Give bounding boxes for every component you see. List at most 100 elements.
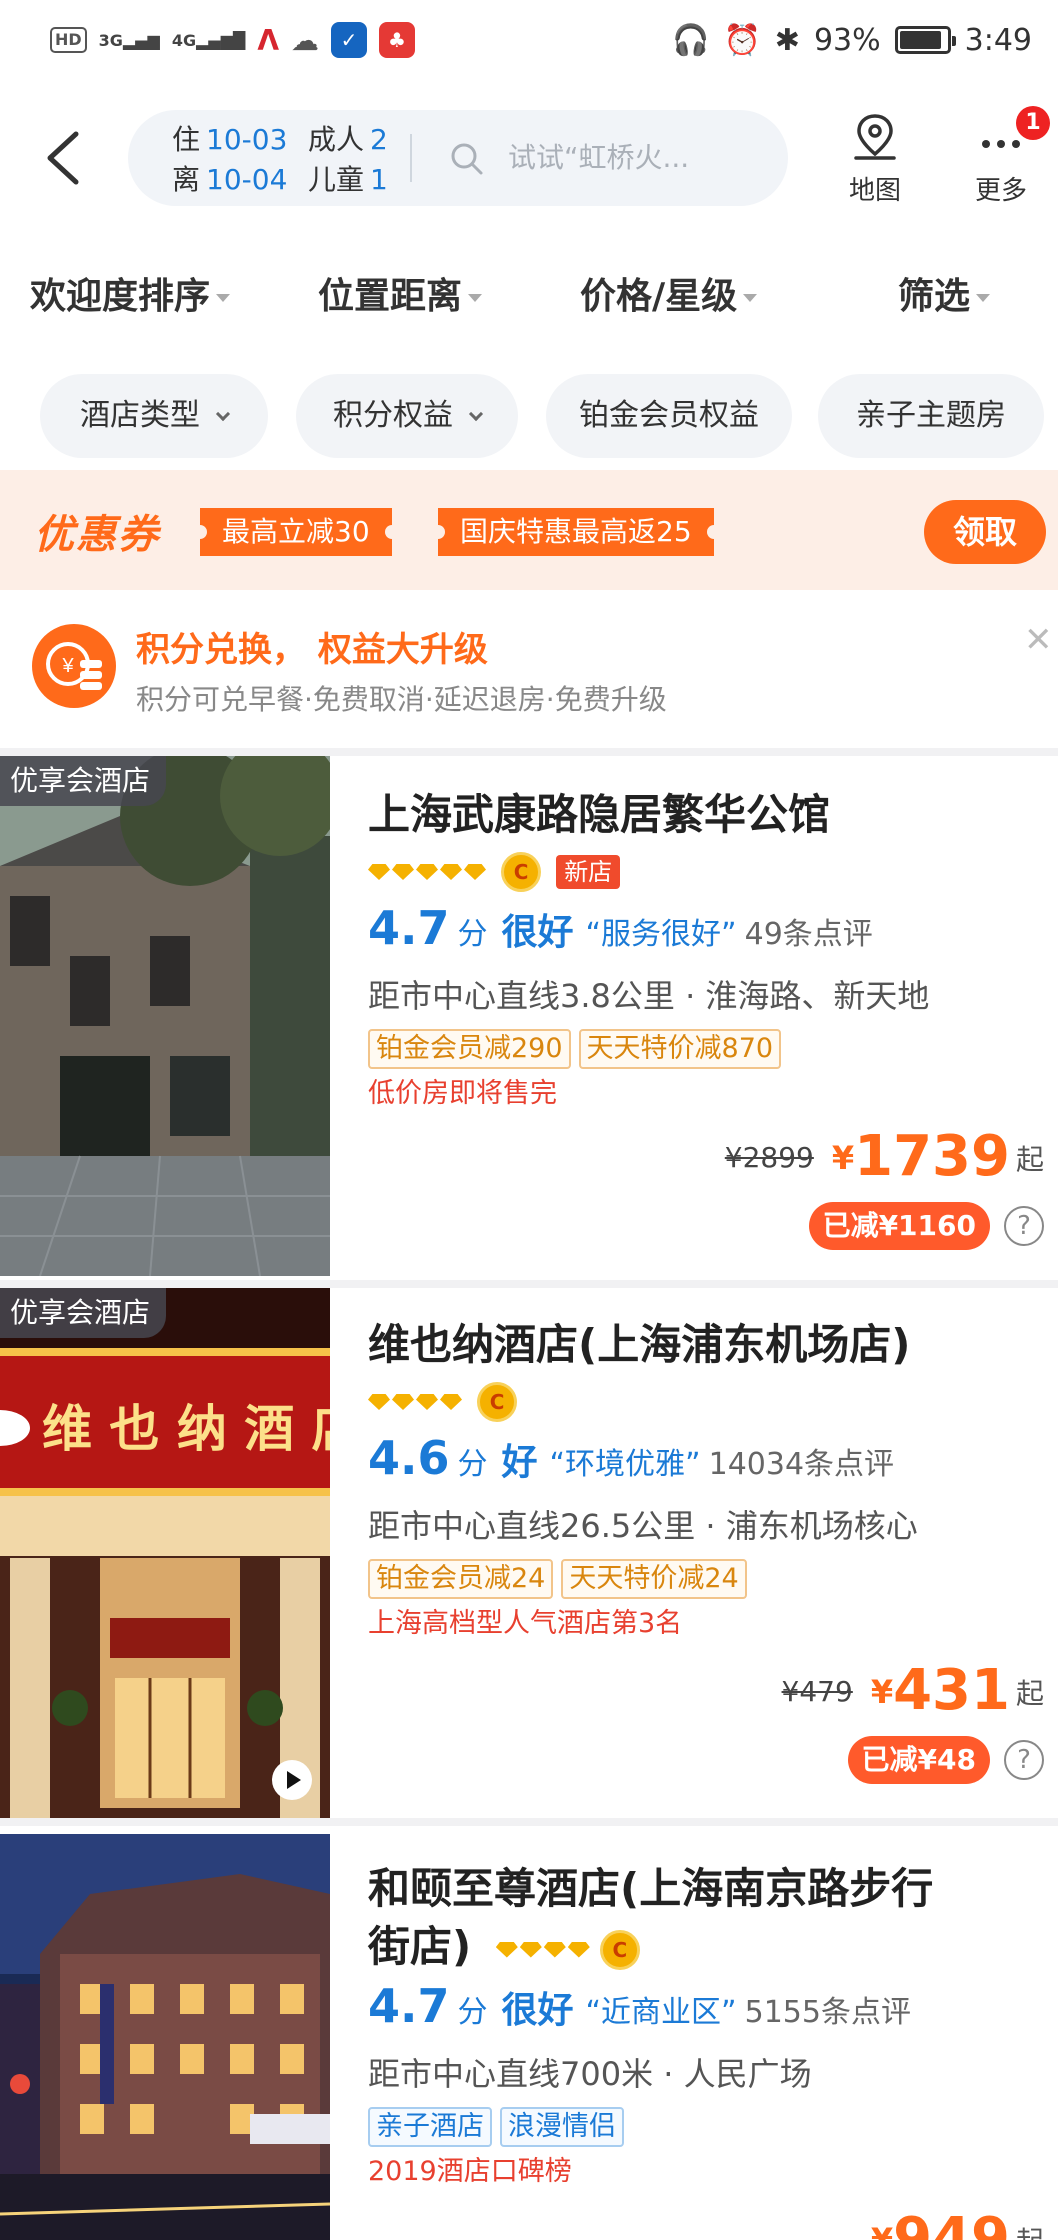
hotel-info: 上海武康路隐居繁华公馆 C 新店 4.7 分很好 “服务很好” 49条点评 距市中心直… [368,786,1048,1119]
app-a-icon: Λ [257,23,280,57]
date-column[interactable]: 住 10-03 离 10-04 [172,120,287,200]
diamond-icon [392,864,414,880]
hotel-info: 和颐至尊酒店(上海南京路步行 街店) C 4.7 分很好 “近商业区” 5155条点评 … [368,1860,1048,2197]
urgency-note: 低价房即将售完 [368,1078,557,1109]
caret-down-icon [216,294,231,302]
promo-tags: 铂金会员减24 天天特价减24 [368,1559,1048,1599]
score-unit: 分 [457,1995,488,2030]
feature-tag: 亲子酒店 [368,2107,492,2147]
sort-popularity[interactable]: 欢迎度排序 [30,262,231,332]
coupon-banner: 优惠券 最高立减30 国庆特惠最高返25 领取 [0,470,1058,590]
price: 431 [893,1658,1010,1723]
points-subtitle: 积分可兑早餐·免费取消·延迟退房·免费升级 [136,683,667,716]
hotel-photo[interactable]: 优享会酒店 [0,756,330,1276]
review-quote: “近商业区” [585,1995,737,2030]
price: 1739 [854,1124,1010,1189]
diamond-rating [495,1941,590,1958]
currency-symbol: ¥ [831,1139,855,1177]
hd-icon: HD [50,27,87,53]
review-score: 4.6 [368,1431,450,1485]
hotel-badges: C [368,1382,1048,1428]
hotel-photo[interactable] [0,1834,330,2240]
score-unit: 分 [457,917,488,952]
original-price: ¥2899 [724,1141,814,1174]
price-suffix: 起 [1016,2225,1044,2240]
more-button[interactable]: 1 更多 [956,106,1050,207]
distance-text: 距市中心直线700米 · 人民广场 [368,2055,812,2093]
hotel-card[interactable]: 维 也 纳 酒 店 优享会酒店 维也纳酒店(上海浦东机场店) C 4.6 分好 “环… [0,1288,1058,1818]
play-video-icon[interactable] [272,1760,312,1800]
promo-tag: 天天特价减24 [561,1559,747,1599]
discount-row: 已减¥48 ? [847,1736,1044,1784]
bluetooth-icon: ✱ [774,22,800,58]
chip-hotel-type[interactable]: 酒店类型 [40,374,268,458]
score-unit: 分 [457,1447,488,1482]
claim-coupon-button[interactable]: 领取 [924,500,1046,564]
shield-app-icon: ✓ [331,22,368,58]
points-banner[interactable]: ¥ 积分兑换， 权益大升级 积分可兑早餐·免费取消·延迟退房·免费升级 ✕ [0,598,1058,748]
map-pin-icon [854,114,896,160]
hotel-name: 维也纳酒店(上海浦东机场店) [368,1320,911,1369]
gold-medal-icon: C [477,1382,518,1422]
diamond-icon [464,864,486,880]
gold-medal-icon: C [501,852,542,892]
search-icon [451,143,483,175]
more-label: 更多 [974,176,1027,206]
sort-filter[interactable]: 筛选 [898,262,991,332]
diamond-icon [440,864,462,880]
original-price: ¥479 [781,1675,853,1708]
map-label: 地图 [848,176,901,206]
sort-price-star[interactable]: 价格/星级 [580,262,758,332]
currency-symbol: ¥ [870,1673,894,1711]
sort-location-distance[interactable]: 位置距离 [318,262,483,332]
search-input[interactable]: 试试“虹桥火... [508,138,689,178]
hotel-photo[interactable]: 维 也 纳 酒 店 优享会酒店 [0,1288,330,1818]
chip-platinum-benefits[interactable]: 铂金会员权益 [546,374,792,458]
price-row: ¥949 起 [871,2206,1044,2240]
divider [410,134,412,182]
checkout-date: 10-04 [206,163,288,196]
close-icon[interactable]: ✕ [1024,620,1053,660]
battery-percent: 93% [813,22,881,58]
rating-row: 4.7 分很好 “近商业区” 5155条点评 [368,1976,1048,2047]
diamond-icon [392,1394,414,1410]
question-mark-icon[interactable]: ? [1004,1206,1044,1246]
status-right-icons: 🎧 ⏰ ✱ 93% 3:49 [672,23,1032,58]
adults-label: 成人 [308,123,365,156]
hotel-card[interactable]: 和颐至尊酒店(上海南京路步行 街店) C 4.7 分很好 “近商业区” 5155条点评 … [0,1834,1058,2240]
guests-column[interactable]: 成人 2 儿童 1 [308,120,388,200]
back-arrow-icon[interactable] [40,128,90,188]
diamond-rating [368,864,486,880]
signal-4g-icon: 4G▂▄▆█ [171,30,246,50]
svg-text:¥: ¥ [61,655,74,677]
review-count: 14034条点评 [708,1447,895,1482]
hotel-name: 上海武康路隐居繁华公馆 [368,790,831,839]
question-mark-icon[interactable]: ? [1004,1740,1044,1780]
stay-search-box[interactable]: 住 10-03 离 10-04 成人 2 儿童 1 试试“虹桥火... [128,110,788,206]
chip-family-theme-room[interactable]: 亲子主题房 [818,374,1044,458]
chip-points-benefits[interactable]: 积分权益 [296,374,518,458]
map-button[interactable]: 地图 [830,112,920,207]
review-count: 5155条点评 [744,1995,911,2030]
chevron-down-icon [468,406,484,422]
separator [0,748,1058,756]
promo-tag: 天天特价减870 [578,1029,782,1069]
checkout-label: 离 [172,163,201,196]
children-label: 儿童 [308,163,365,196]
score-level: 好 [501,1442,538,1483]
price-suffix: 起 [1015,1143,1044,1176]
review-quote: “服务很好” [585,917,737,952]
points-title: 积分兑换， 权益大升级 [136,630,488,670]
hotel-card[interactable]: 优享会酒店 上海武康路隐居繁华公馆 C 新店 4.7 分很好 “服务很好” 49条点评… [0,756,1058,1280]
cloud-icon: ☁ [291,23,320,57]
diamond-icon [440,1394,462,1410]
caret-down-icon [743,294,758,302]
discount-amount-badge: 已减¥1160 [808,1202,990,1250]
caret-down-icon [468,294,483,302]
score-level: 很好 [501,912,574,953]
premium-hotel-badge: 优享会酒店 [0,1288,167,1338]
score-level: 很好 [501,1990,574,2031]
feature-tag: 浪漫情侣 [500,2107,624,2147]
diamond-icon [368,864,390,880]
rating-row: 4.6 分好 “环境优雅” 14034条点评 [368,1428,1048,1499]
